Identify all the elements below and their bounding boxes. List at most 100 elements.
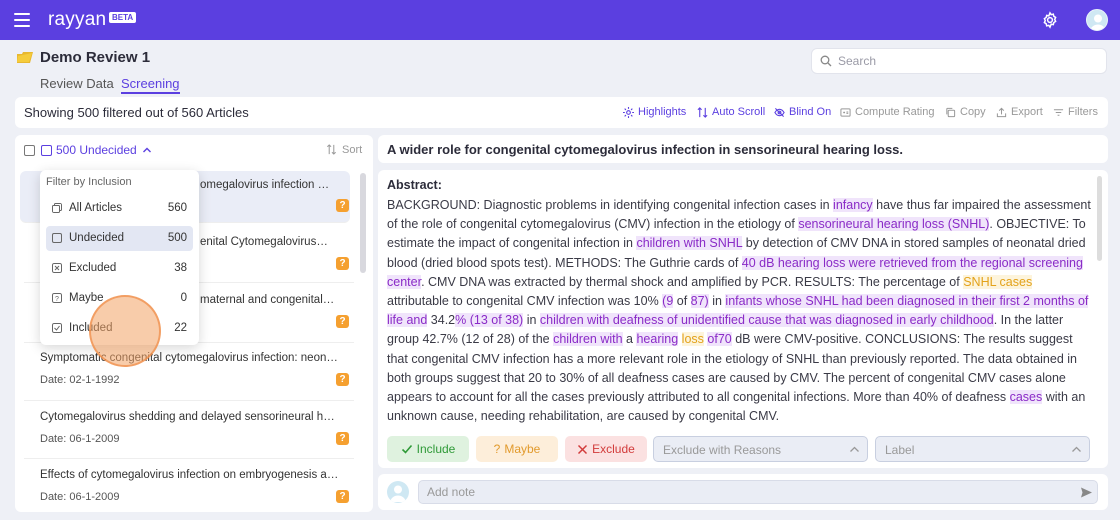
select-all-checkbox[interactable] bbox=[24, 145, 35, 156]
label-placeholder: Label bbox=[885, 443, 915, 457]
sort-icon[interactable] bbox=[326, 144, 337, 155]
blind-on-button[interactable]: Blind On bbox=[774, 106, 831, 118]
include-label: Include bbox=[416, 442, 456, 456]
filter-option-undecided[interactable]: Undecided 500 bbox=[46, 226, 193, 251]
send-icon[interactable] bbox=[1080, 486, 1093, 499]
auto-scroll-icon bbox=[697, 106, 708, 118]
export-label: Export bbox=[1011, 106, 1043, 118]
abstract-segment: a bbox=[622, 332, 637, 347]
highlights-label: Highlights bbox=[638, 106, 687, 118]
abstract-segment: in bbox=[523, 313, 540, 328]
option-label: Maybe bbox=[69, 292, 104, 304]
chevron-up-icon[interactable] bbox=[142, 145, 152, 155]
highlights-button[interactable]: Highlights bbox=[623, 106, 686, 118]
click-indicator bbox=[89, 295, 161, 367]
add-note-input[interactable] bbox=[427, 485, 1067, 499]
undecided-icon bbox=[41, 145, 52, 156]
option-count: 0 bbox=[180, 292, 187, 304]
filter-icon bbox=[1053, 108, 1064, 116]
blind-on-label: Blind On bbox=[789, 106, 832, 118]
hamburger-menu-icon[interactable] bbox=[14, 13, 30, 27]
label-select[interactable]: Label bbox=[875, 436, 1090, 462]
highlighted-keyword: % (13 of 38) bbox=[455, 313, 524, 328]
highlighted-keyword: children with deafness of unidentified c… bbox=[539, 313, 994, 328]
abstract-panel: Abstract: BACKGROUND: Diagnostic problem… bbox=[378, 170, 1108, 468]
tab-screening[interactable]: Screening bbox=[121, 76, 180, 94]
maybe-badge: ? bbox=[336, 315, 349, 328]
abstract-segment: in bbox=[708, 294, 726, 309]
project-title: Demo Review 1 bbox=[40, 49, 151, 66]
user-avatar[interactable] bbox=[1086, 9, 1108, 31]
list-item[interactable]: Symptomatic congenital cytomegalovirus i… bbox=[24, 343, 354, 401]
article-title: Cytomegalovirus shedding and delayed sen… bbox=[40, 411, 340, 423]
maybe-badge: ? bbox=[336, 432, 349, 445]
highlighted-keyword: of70 bbox=[707, 332, 732, 347]
search-input[interactable] bbox=[838, 54, 1088, 68]
list-item[interactable]: Cytomegalovirus shedding and delayed sen… bbox=[24, 401, 354, 459]
highlighted-keyword: SNHL cases bbox=[963, 274, 1033, 289]
gear-icon[interactable] bbox=[1041, 11, 1059, 29]
highlighted-keyword: children with SNHL bbox=[636, 236, 743, 251]
highlighted-keyword: cases bbox=[1009, 390, 1043, 405]
option-label: Undecided bbox=[69, 232, 124, 244]
abstract-segment: attributable to congenital CMV infection… bbox=[387, 294, 663, 309]
abstract-label: Abstract: bbox=[387, 178, 442, 192]
filter-count-toggle[interactable]: 500 Undecided bbox=[56, 143, 137, 157]
highlighted-keyword: 87) bbox=[690, 294, 709, 309]
compute-rating-button[interactable]: Compute Rating bbox=[840, 106, 935, 118]
search-box[interactable] bbox=[811, 48, 1107, 74]
beta-badge: BETA bbox=[109, 12, 137, 23]
avatar bbox=[387, 481, 409, 503]
maybe-button[interactable]: ? Maybe bbox=[476, 436, 558, 462]
maybe-icon: ? bbox=[52, 293, 62, 303]
article-title: Symptomatic congenital cytomegalovirus i… bbox=[40, 352, 340, 364]
option-label: Excluded bbox=[69, 262, 117, 274]
option-count: 22 bbox=[174, 322, 187, 334]
add-note-field[interactable] bbox=[418, 480, 1098, 504]
excluded-icon bbox=[52, 263, 62, 273]
tab-review-data[interactable]: Review Data bbox=[40, 76, 114, 91]
exclude-label: Exclude bbox=[592, 442, 635, 456]
maybe-badge: ? bbox=[336, 490, 349, 503]
filter-option-excluded[interactable]: Excluded 38 bbox=[46, 256, 193, 281]
export-icon bbox=[996, 107, 1007, 117]
exclude-button[interactable]: Exclude bbox=[565, 436, 647, 462]
highlighted-keyword: hearing bbox=[636, 332, 679, 347]
article-title-bar: A wider role for congenital cytomegalovi… bbox=[378, 135, 1108, 163]
highlighted-keyword: sensorineural hearing loss (SNHL) bbox=[798, 217, 990, 232]
copy-button[interactable]: Copy bbox=[945, 106, 986, 118]
included-icon bbox=[52, 323, 62, 333]
note-bar bbox=[378, 474, 1108, 510]
highlighted-keyword: children with bbox=[553, 332, 623, 347]
export-button[interactable]: Export bbox=[996, 106, 1043, 118]
svg-text:?: ? bbox=[55, 296, 59, 303]
compute-rating-label: Compute Rating bbox=[855, 106, 935, 118]
abstract-text: BACKGROUND: Diagnostic problems in ident… bbox=[387, 196, 1091, 426]
abstract-segment: of bbox=[673, 294, 691, 309]
filters-label: Filters bbox=[1068, 106, 1098, 118]
include-button[interactable]: Include bbox=[387, 436, 469, 462]
top-bar: rayyan BETA bbox=[0, 0, 1120, 40]
option-label: All Articles bbox=[69, 202, 123, 214]
article-date: Date: 06-1-2009 bbox=[40, 433, 120, 445]
auto-scroll-button[interactable]: Auto Scroll bbox=[697, 106, 765, 118]
filter-option-all-articles[interactable]: All Articles 560 bbox=[46, 196, 193, 221]
article-title: Effects of cytomegalovirus infection on … bbox=[40, 469, 340, 481]
review-folder-icon bbox=[17, 52, 33, 63]
reasons-placeholder: Exclude with Reasons bbox=[663, 443, 782, 457]
exclude-with-reasons-select[interactable]: Exclude with Reasons bbox=[653, 436, 868, 462]
article-date: Date: 02-1-1992 bbox=[40, 374, 120, 386]
highlighted-keyword: loss bbox=[681, 332, 704, 347]
copy-icon bbox=[946, 107, 956, 117]
checkmark-icon bbox=[401, 444, 412, 454]
option-count: 500 bbox=[167, 232, 187, 244]
article-detail-title: A wider role for congenital cytomegalovi… bbox=[387, 142, 904, 157]
abstract-scrollbar[interactable] bbox=[1097, 176, 1102, 261]
filters-button[interactable]: Filters bbox=[1053, 106, 1098, 118]
brand-logo[interactable]: rayyan bbox=[48, 9, 106, 31]
maybe-badge: ? bbox=[336, 257, 349, 270]
sort-label[interactable]: Sort bbox=[342, 144, 362, 156]
chevron-up-icon bbox=[850, 446, 859, 452]
list-scrollbar[interactable] bbox=[360, 173, 366, 273]
list-item[interactable]: Effects of cytomegalovirus infection on … bbox=[24, 459, 354, 512]
